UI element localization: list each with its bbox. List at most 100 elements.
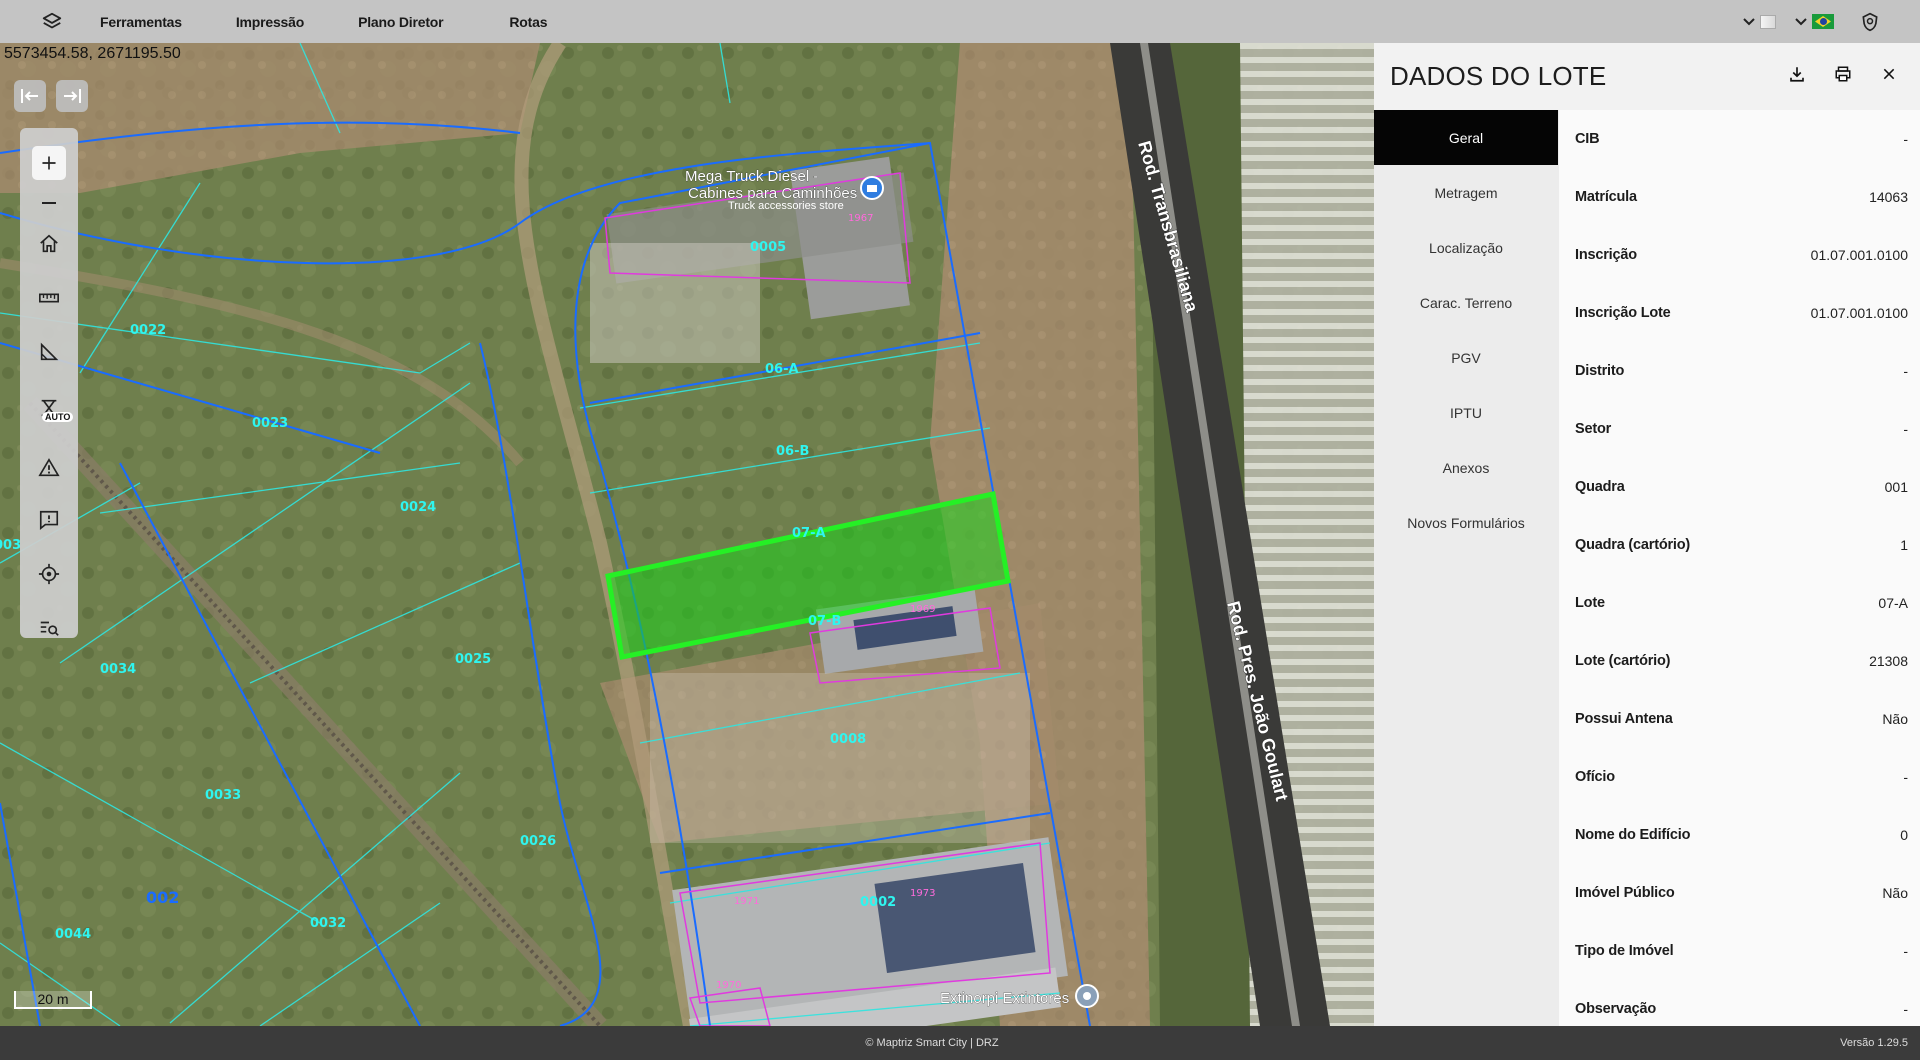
tab-carac-terreno[interactable]: Carac. Terreno [1374, 275, 1558, 330]
field-value: - [1903, 769, 1908, 785]
tab-metragem[interactable]: Metragem [1374, 165, 1558, 220]
tab-iptu[interactable]: IPTU [1374, 385, 1558, 440]
field-label: CIB [1575, 131, 1600, 147]
auto-badge: AUTO [42, 412, 74, 422]
field-label: Distrito [1575, 363, 1625, 379]
footer: © Maptriz Smart City | DRZ Versão 1.29.5 [0, 1026, 1920, 1060]
zoom-in-icon [32, 146, 66, 180]
tab-novos-formularios[interactable]: Novos Formulários [1374, 495, 1558, 550]
basemap-selector[interactable] [1742, 14, 1776, 29]
shield-icon[interactable] [1860, 12, 1880, 32]
field-label: Ofício [1575, 769, 1615, 785]
close-button[interactable] [1878, 63, 1900, 85]
field-row: Inscrição Lote 01.07.001.0100 [1559, 284, 1920, 342]
home-button[interactable] [20, 224, 78, 264]
field-row: Lote 07-A [1559, 574, 1920, 632]
field-value: 001 [1884, 479, 1908, 495]
version-text: Versão 1.29.5 [1840, 1037, 1908, 1049]
field-row: Ofício - [1559, 748, 1920, 806]
field-label: Nome do Edifício [1575, 827, 1691, 843]
svg-text:0022: 0022 [130, 323, 166, 338]
measure-area-button[interactable] [20, 332, 78, 372]
menu-rotas[interactable]: Rotas [509, 14, 547, 30]
field-row: Imóvel Público Não [1559, 864, 1920, 922]
svg-text:0034: 0034 [100, 662, 136, 677]
warning-icon [38, 458, 60, 477]
map-toolbar: AUTO [20, 128, 78, 638]
map-view[interactable]: 0022 0023 0024 0025 0026 0032 0033 0034 … [0, 43, 1374, 1026]
zoom-out-button[interactable] [20, 190, 78, 216]
field-row: Inscrição 01.07.001.0100 [1559, 226, 1920, 284]
chevron-down-icon [1743, 17, 1755, 25]
topbar-right [1742, 0, 1920, 43]
svg-text:0002: 0002 [860, 895, 896, 910]
field-label: Quadra [1575, 479, 1625, 495]
auto-snap-button[interactable]: AUTO [20, 388, 78, 428]
field-value: Não [1882, 885, 1908, 901]
field-label: Tipo de Imóvel [1575, 943, 1674, 959]
field-label: Inscrição [1575, 247, 1637, 263]
field-label: Inscrição Lote [1575, 305, 1671, 321]
download-button[interactable] [1786, 63, 1808, 85]
field-value: - [1903, 363, 1908, 379]
brazil-flag-icon [1812, 14, 1834, 29]
svg-text:1971: 1971 [734, 896, 759, 907]
zoom-out-icon [42, 202, 56, 204]
field-value: - [1903, 1001, 1908, 1017]
panel-actions [1786, 63, 1900, 85]
locate-button[interactable] [20, 554, 78, 594]
svg-text:1967: 1967 [848, 213, 873, 224]
svg-text:0025: 0025 [455, 652, 491, 667]
tab-localizacao[interactable]: Localização [1374, 220, 1558, 275]
field-label: Lote (cartório) [1575, 653, 1671, 669]
print-button[interactable] [1832, 63, 1854, 85]
field-row: Quadra (cartório) 1 [1559, 516, 1920, 574]
field-value: 01.07.001.0100 [1810, 247, 1908, 263]
field-row: Tipo de Imóvel - [1559, 922, 1920, 980]
layers-logo-icon[interactable] [32, 2, 72, 42]
field-label: Setor [1575, 421, 1612, 437]
measure-distance-button[interactable] [20, 278, 78, 318]
svg-text:0023: 0023 [252, 416, 288, 431]
chevron-down-icon [1795, 17, 1807, 25]
svg-text:003: 003 [0, 538, 21, 553]
field-value: - [1903, 131, 1908, 147]
zoom-in-button[interactable] [20, 143, 78, 183]
home-icon [40, 234, 58, 253]
svg-text:0026: 0026 [520, 834, 556, 849]
field-value: - [1903, 421, 1908, 437]
search-layers-button[interactable] [20, 608, 78, 648]
panel-tabs: Geral Metragem Localização Carac. Terren… [1374, 110, 1558, 550]
alert-button[interactable] [20, 448, 78, 488]
tab-anexos[interactable]: Anexos [1374, 440, 1558, 495]
angle-ruler-icon [40, 342, 59, 361]
menu-plano-diretor[interactable]: Plano Diretor [358, 14, 444, 30]
tab-geral[interactable]: Geral [1374, 110, 1558, 165]
svg-text:002: 002 [146, 888, 179, 907]
menu-impressao[interactable]: Impressão [236, 14, 304, 30]
poi-pin-icon [860, 176, 884, 200]
svg-text:1973: 1973 [910, 888, 935, 899]
collapse-right-button[interactable] [56, 80, 88, 112]
panel-collapse-buttons [14, 80, 88, 112]
field-label: Quadra (cartório) [1575, 537, 1691, 553]
field-value: 01.07.001.0100 [1810, 305, 1908, 321]
field-row: Nome do Edifício 0 [1559, 806, 1920, 864]
field-row: Quadra 001 [1559, 458, 1920, 516]
satellite-map: 0022 0023 0024 0025 0026 0032 0033 0034 … [0, 43, 1374, 1026]
svg-text:0008: 0008 [830, 732, 866, 747]
field-row: Matrícula 14063 [1559, 168, 1920, 226]
svg-text:1969: 1969 [910, 604, 935, 615]
lot-data-panel: DADOS DO LOTE Geral Metragem Localização… [1374, 43, 1920, 1026]
language-selector[interactable] [1794, 14, 1834, 29]
feedback-icon [39, 510, 59, 530]
report-button[interactable] [20, 500, 78, 540]
field-label: Possui Antena [1575, 711, 1673, 727]
main-menu: Ferramentas Impressão Plano Diretor Rota… [100, 14, 601, 30]
collapse-left-button[interactable] [14, 80, 46, 112]
list-search-icon [40, 621, 59, 636]
svg-text:0005: 0005 [750, 240, 786, 255]
svg-text:0044: 0044 [55, 927, 91, 942]
tab-pgv[interactable]: PGV [1374, 330, 1558, 385]
menu-ferramentas[interactable]: Ferramentas [100, 14, 182, 30]
